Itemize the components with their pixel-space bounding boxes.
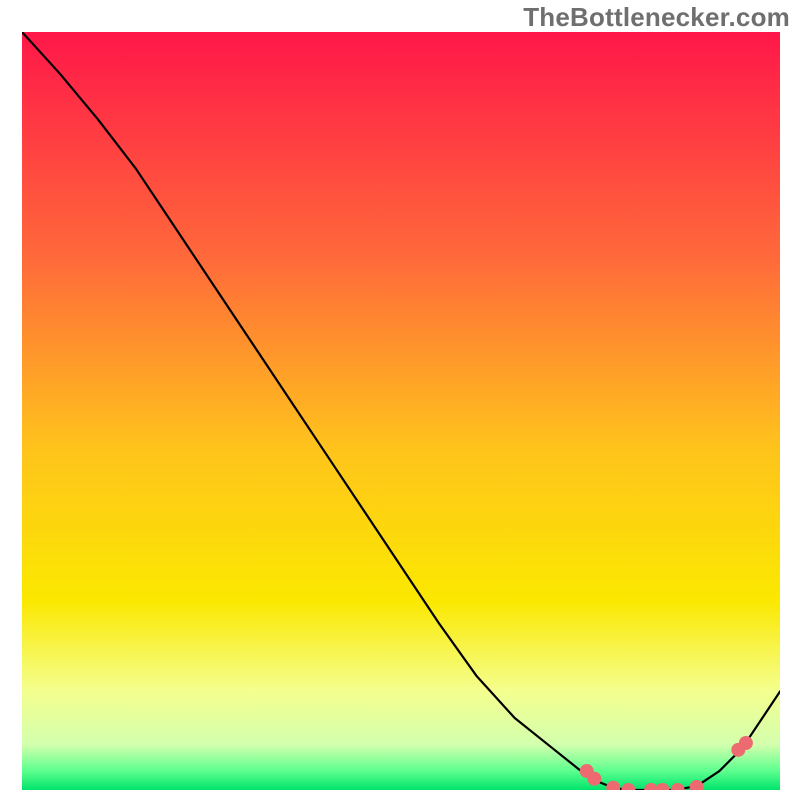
marker-point: [587, 772, 601, 786]
chart-svg: [22, 32, 780, 790]
watermark-text: TheBottlenecker.com: [523, 2, 790, 33]
chart-container: TheBottlenecker.com: [0, 0, 800, 800]
marker-point: [739, 736, 753, 750]
gradient-background: [22, 32, 780, 790]
plot-area: [22, 32, 780, 790]
